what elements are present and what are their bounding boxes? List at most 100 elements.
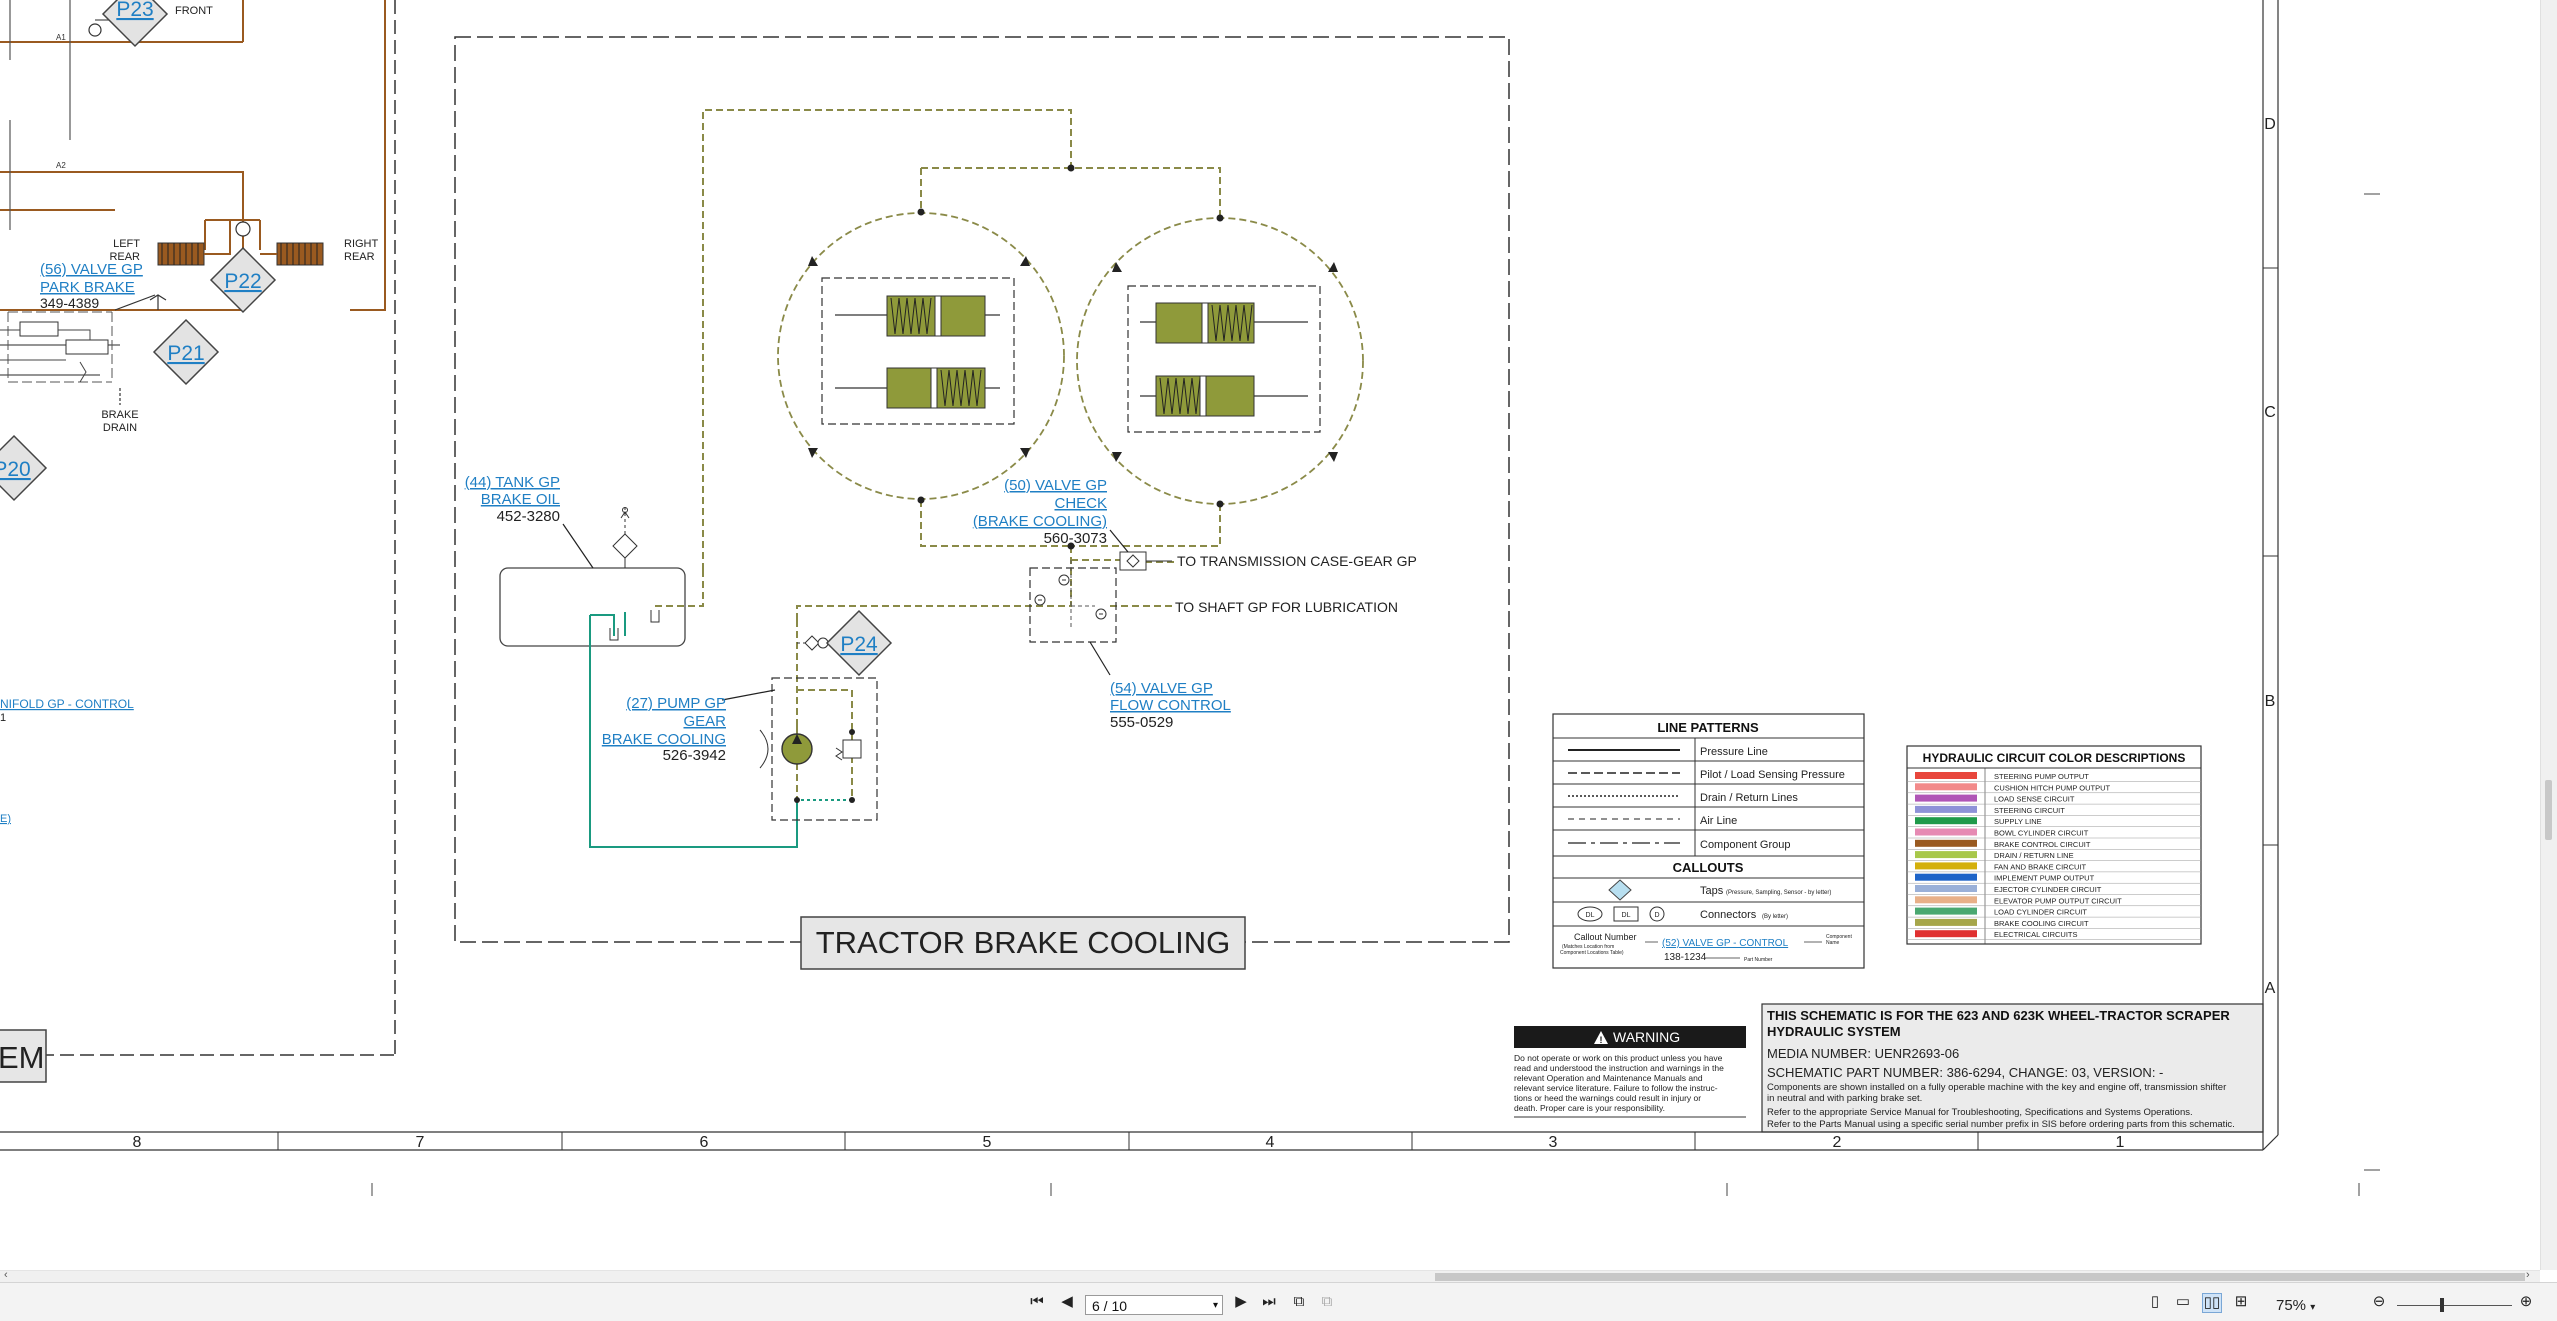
tank-gp-link[interactable]: (44) TANK GP [465, 474, 560, 491]
check-valve-check-link[interactable]: CHECK [1054, 495, 1107, 512]
section-title-fragment-text: EM [0, 1040, 45, 1075]
pump-gp-link[interactable]: (27) PUMP GP [626, 695, 726, 712]
color-swatch [1915, 862, 1977, 870]
schematic-sheet: A1 A2 P23 FRONT LEFT REAR RIGHT REAR P22… [0, 0, 2380, 1196]
left-section-fragment: A1 A2 P23 FRONT LEFT REAR RIGHT REAR P22… [0, 0, 396, 1083]
callout-example-link[interactable]: (52) VALVE GP - CONTROL [1662, 938, 1789, 949]
pattern-air: Air Line [1700, 815, 1737, 827]
page-number-field[interactable]: 6 / 10 ▾ [1085, 1295, 1223, 1315]
tap-p20[interactable]: P20 [0, 434, 48, 502]
color-label: STEERING CIRCUIT [1994, 806, 2065, 815]
zone-row-d: D [2264, 116, 2276, 133]
color-label: CUSHION HITCH PUMP OUTPUT [1994, 783, 2111, 792]
destination-transmission: TO TRANSMISSION CASE-GEAR GP [1177, 553, 1417, 569]
single-page-view-icon[interactable]: ▯ [2146, 1293, 2164, 1311]
check-valve-brake-cooling-link[interactable]: (BRAKE COOLING) [973, 513, 1107, 530]
first-page-icon[interactable]: ⏮ [1028, 1293, 1046, 1311]
copy-page-icon[interactable]: ⧉ [1290, 1293, 1308, 1311]
tank-brake-oil-link[interactable]: BRAKE OIL [481, 491, 560, 508]
check-valve-link[interactable]: (50) VALVE GP [1004, 477, 1107, 494]
fragment-link[interactable]: E) [0, 813, 11, 825]
tank-part-number: 452-3280 [497, 508, 560, 525]
info-note-3: Refer to the appropriate Service Manual … [1767, 1107, 2193, 1118]
wire-tag-a1: A1 [56, 33, 66, 42]
warning-line-1: Do not operate or work on this product u… [1514, 1053, 1723, 1063]
brake-oil-tank-icon [499, 507, 704, 647]
right-rear-label-2: REAR [344, 251, 375, 263]
info-heading-2: HYDRAULIC SYSTEM [1767, 1024, 1901, 1039]
park-brake-valve-icon [0, 311, 113, 383]
brake-cooling-group: (44) TANK GP BRAKE OIL 452-3280 (27) PUM… [454, 36, 1510, 970]
group-title: TRACTOR BRAKE COOLING [816, 925, 1231, 960]
tap-p21[interactable]: P21 [152, 318, 220, 386]
color-swatch [1915, 805, 1977, 813]
color-swatch [1915, 839, 1977, 847]
two-page-view-icon[interactable]: ▯▯ [2202, 1293, 2222, 1313]
tap-p22[interactable]: P22 [209, 246, 277, 314]
warning-line-3: relevant Operation and Maintenance Manua… [1514, 1073, 1703, 1083]
vertical-scroll-thumb[interactable] [2545, 780, 2552, 840]
callout-example-part: 138-1234 [1664, 952, 1707, 963]
tap-p24[interactable]: P24 [825, 609, 893, 677]
zoom-out-icon[interactable]: ⊖ [2370, 1293, 2388, 1311]
tap-p23[interactable]: P23 [101, 0, 169, 48]
horizontal-scroll-thumb[interactable] [1435, 1273, 2525, 1281]
pattern-pressure: Pressure Line [1700, 746, 1768, 758]
color-label: ELEVATOR PUMP OUTPUT CIRCUIT [1994, 896, 2122, 905]
svg-text:P21: P21 [167, 342, 204, 365]
color-swatch [1915, 896, 1977, 904]
front-label: FRONT [175, 5, 213, 17]
check-valve-part-number: 560-3073 [1044, 530, 1107, 547]
zoom-level[interactable]: 75% ▾ [2276, 1297, 2315, 1314]
pump-brake-cooling-link[interactable]: BRAKE COOLING [602, 731, 726, 748]
color-swatch [1915, 918, 1977, 926]
next-page-icon[interactable]: ▶ [1232, 1293, 1250, 1311]
color-swatch [1915, 817, 1977, 825]
svg-text:P20: P20 [0, 458, 31, 481]
svg-text:P23: P23 [116, 0, 153, 21]
info-note-2: in neutral and with parking brake set. [1767, 1093, 1922, 1104]
vertical-scrollbar[interactable] [2540, 0, 2557, 1270]
brake-drain-label-1: BRAKE [101, 409, 138, 421]
flow-control-valve-icon [1029, 560, 1117, 643]
color-swatch [1915, 783, 1977, 791]
color-swatch [1915, 828, 1977, 836]
zoom-dropdown-icon[interactable]: ▾ [2310, 1302, 2315, 1313]
right-rear-brake-icon [276, 242, 324, 266]
svg-text:P22: P22 [224, 270, 261, 293]
info-heading-1: THIS SCHEMATIC IS FOR THE 623 AND 623K W… [1767, 1008, 2230, 1023]
color-descriptions-title: HYDRAULIC CIRCUIT COLOR DESCRIPTIONS [1923, 751, 2186, 765]
paste-page-icon[interactable]: ⧉ [1318, 1293, 1336, 1311]
zoom-level-text: 75% [2276, 1297, 2307, 1314]
document-viewport[interactable]: A1 A2 P23 FRONT LEFT REAR RIGHT REAR P22… [0, 0, 2557, 1270]
brake-drain-label-2: DRAIN [103, 422, 137, 434]
flow-valve-part-number: 555-0529 [1110, 714, 1173, 731]
warning-line-6: death. Proper care is your responsibilit… [1514, 1103, 1665, 1113]
color-label: EJECTOR CYLINDER CIRCUIT [1994, 885, 2102, 894]
zone-col-4: 4 [1266, 1134, 1275, 1151]
manifold-suffix: 1 [0, 712, 6, 724]
park-brake-valve-link-2[interactable]: PARK BRAKE [40, 279, 135, 296]
color-descriptions-legend: HYDRAULIC CIRCUIT COLOR DESCRIPTIONS STE… [1906, 745, 2202, 945]
zoom-in-icon[interactable]: ⊕ [2517, 1293, 2535, 1311]
page-dropdown-icon[interactable]: ▾ [1213, 1296, 1218, 1316]
pump-gear-link[interactable]: GEAR [683, 713, 726, 730]
warning-line-5: tions or heed the warnings could result … [1514, 1093, 1701, 1103]
previous-page-icon[interactable]: ◀ [1058, 1293, 1076, 1311]
zone-col-3: 3 [1549, 1134, 1558, 1151]
scroll-right-icon[interactable]: › [2526, 1269, 2530, 1281]
last-page-icon[interactable]: ⏭ [1260, 1293, 1278, 1311]
color-swatch [1915, 794, 1977, 802]
scroll-left-icon[interactable]: ‹ [4, 1269, 8, 1281]
zoom-slider[interactable] [2397, 1305, 2512, 1306]
connectors-note: (By letter) [1762, 914, 1788, 920]
park-brake-valve-link[interactable]: (56) VALVE GP [40, 261, 143, 278]
two-page-continuous-icon[interactable]: ⊞ [2232, 1293, 2250, 1311]
warning-block: ! WARNING Do not operate or work on this… [1514, 1026, 1746, 1118]
color-swatch [1915, 873, 1977, 881]
flow-control-link[interactable]: FLOW CONTROL [1110, 697, 1231, 714]
flow-valve-link[interactable]: (54) VALVE GP [1110, 680, 1213, 697]
continuous-view-icon[interactable]: ▭ [2174, 1293, 2192, 1311]
zoom-slider-thumb[interactable] [2440, 1298, 2444, 1312]
manifold-control-link[interactable]: NIFOLD GP - CONTROL [0, 697, 134, 711]
